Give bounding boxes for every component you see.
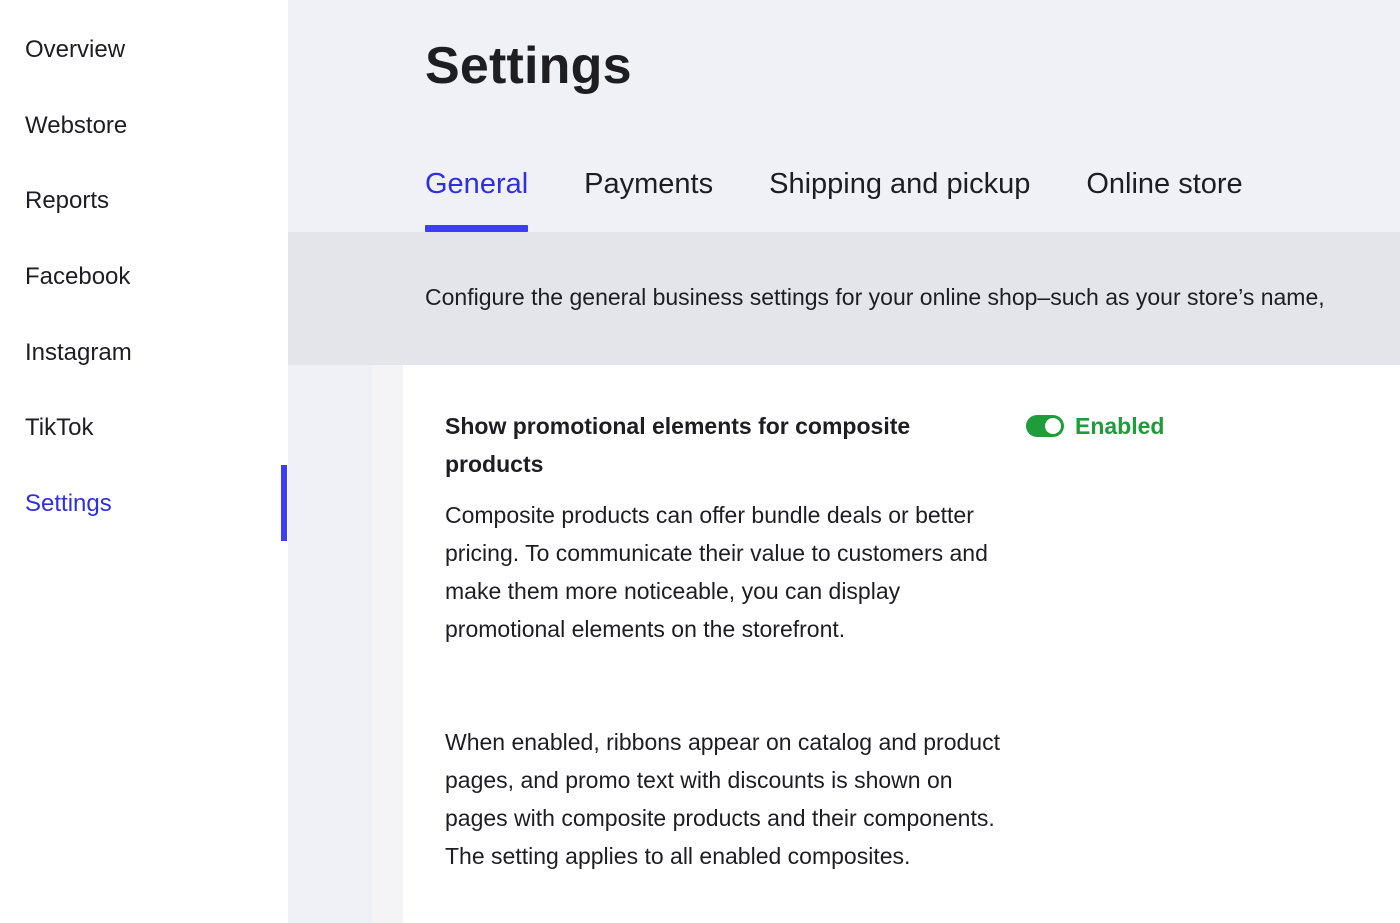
sidebar-item-label: Webstore bbox=[25, 112, 128, 139]
sidebar-item-webstore[interactable]: Webstore bbox=[0, 88, 288, 164]
sidebar-item-label: Settings bbox=[25, 490, 112, 517]
setting-description-paragraph: When enabled, ribbons appear on catalog … bbox=[445, 729, 1000, 869]
tab-payments[interactable]: Payments bbox=[584, 162, 713, 232]
setting-card: Show promotional elements for composite … bbox=[403, 365, 1400, 923]
sidebar-item-overview[interactable]: Overview bbox=[0, 12, 288, 88]
sidebar-item-tiktok[interactable]: TikTok bbox=[0, 390, 288, 466]
sidebar: Overview Webstore Reports Facebook Insta… bbox=[0, 0, 288, 923]
main-content: Settings General Payments Shipping and p… bbox=[288, 0, 1400, 923]
card-left-edge bbox=[372, 365, 403, 923]
toggle-knob bbox=[1045, 418, 1061, 434]
sidebar-active-indicator bbox=[281, 465, 287, 541]
sidebar-item-reports[interactable]: Reports bbox=[0, 163, 288, 239]
page-title: Settings bbox=[425, 37, 632, 95]
tab-bar: General Payments Shipping and pickup Onl… bbox=[425, 162, 1299, 232]
setting-description-paragraph: Composite products can offer bundle deal… bbox=[445, 502, 988, 642]
app-window: Overview Webstore Reports Facebook Insta… bbox=[0, 0, 1400, 923]
sidebar-item-settings[interactable]: Settings bbox=[0, 466, 288, 542]
toggle-switch[interactable] bbox=[1026, 415, 1064, 437]
sidebar-item-label: TikTok bbox=[25, 414, 94, 441]
description-banner: Configure the general business settings … bbox=[288, 232, 1400, 365]
tab-online-store[interactable]: Online store bbox=[1086, 162, 1242, 232]
enabled-toggle[interactable]: Enabled bbox=[1026, 407, 1164, 445]
setting-title: Show promotional elements for composite … bbox=[445, 413, 911, 477]
sidebar-item-instagram[interactable]: Instagram bbox=[0, 315, 288, 391]
sidebar-item-label: Reports bbox=[25, 187, 110, 214]
toggle-status-label: Enabled bbox=[1075, 412, 1165, 439]
page-description: Configure the general business settings … bbox=[425, 284, 1325, 310]
sidebar-item-label: Facebook bbox=[25, 263, 131, 290]
tab-shipping-and-pickup[interactable]: Shipping and pickup bbox=[769, 162, 1030, 232]
sidebar-item-facebook[interactable]: Facebook bbox=[0, 239, 288, 315]
tab-general[interactable]: General bbox=[425, 162, 529, 232]
sidebar-item-label: Instagram bbox=[25, 339, 132, 366]
sidebar-item-label: Overview bbox=[25, 36, 126, 63]
